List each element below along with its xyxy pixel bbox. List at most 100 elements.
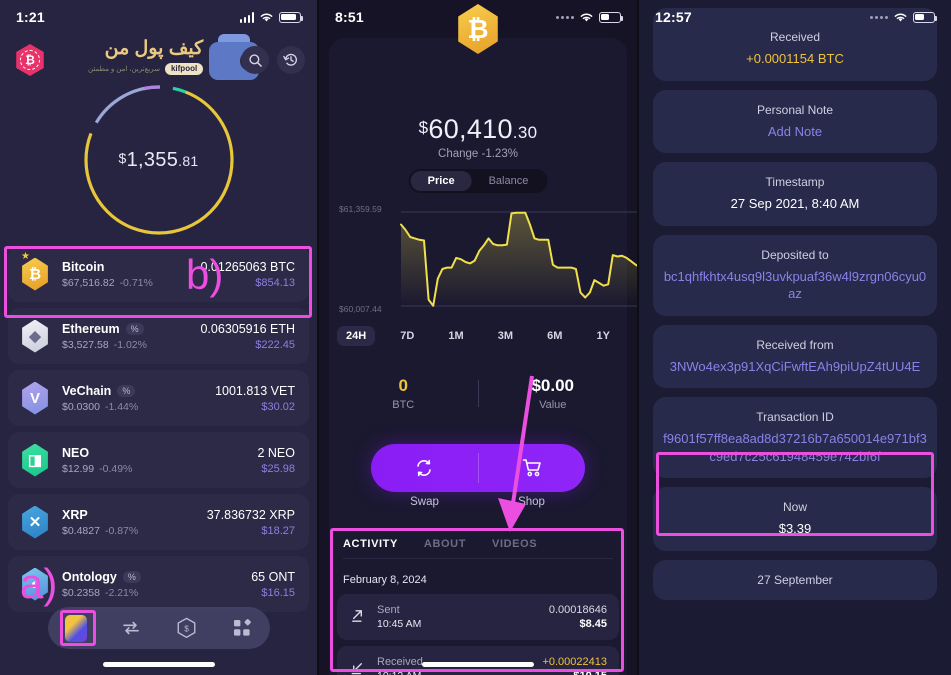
segment-price[interactable]: Price [410, 171, 472, 191]
range-1y[interactable]: 1Y [587, 326, 618, 346]
activity-row[interactable]: Sent 10:45 AM 0.00018646 $8.45 [337, 594, 619, 640]
range-6m[interactable]: 6M [538, 326, 571, 346]
tab-activity[interactable]: ACTIVITY [343, 538, 398, 550]
status-indicators [239, 11, 304, 23]
chart-ytick-low: $60,007.44 [339, 304, 382, 314]
coin-change: -2.21% [104, 586, 139, 599]
tab-videos[interactable]: VIDEOS [492, 538, 537, 550]
neo-icon: ◨ [22, 443, 48, 477]
swap-button[interactable] [371, 444, 478, 492]
activity-time: 10:45 AM [377, 618, 422, 630]
search-icon [248, 53, 262, 67]
price-balance-toggle: Price Balance [408, 169, 548, 193]
coin-list: ★ ₿ Bitcoin $67,516.82 -0.71% 0.01265063 BTC $… [8, 246, 309, 618]
coin-name: Ontology [62, 569, 117, 584]
coin-name: Bitcoin [62, 259, 105, 274]
coin-change: -0.71% [119, 276, 153, 289]
activity-time: 10:12 AM [377, 670, 542, 675]
coin-value: $18.27 [261, 524, 295, 537]
coin-detail-panel: 8:51 ₿ $60,410.30 Change -1.23% Price Bal… [319, 0, 637, 675]
coin-name: NEO [62, 445, 90, 460]
activity-row[interactable]: Received10:12 AM+0.00022413$10.15 [337, 646, 619, 675]
action-label-swap: Swap [410, 496, 439, 508]
coin-row-xrp[interactable]: ✕ XRP $0.4827 -0.87% 37.836732 XRP $18.27 [8, 494, 309, 550]
status-time: 8:51 [335, 9, 364, 25]
price-cents: .30 [512, 123, 538, 142]
coin-change: Change -1.23% [438, 148, 518, 160]
holdings-value: $0.00 [531, 376, 575, 395]
coin-price: $60,410.30 [329, 114, 627, 145]
vechain-icon: V [22, 381, 48, 415]
crypto-hex-badge-icon[interactable]: ₿ [16, 44, 44, 76]
tx-card-transaction-id[interactable]: Transaction ID f9601f57ff8ea8ad8d37216b7a… [653, 397, 937, 479]
coin-price: $67,516.82 [62, 276, 115, 289]
sidebar-item-earn[interactable]: $ [176, 617, 198, 639]
wallet-home-panel: 1:21 ₿ کیف پول من سریع‌ترین، امن و [0, 0, 317, 675]
coin-row-btc[interactable]: ★ ₿ Bitcoin $67,516.82 -0.71% 0.01265063 BTC $… [8, 246, 309, 302]
logo-brand-pill: kifpool [164, 62, 204, 75]
tab-about[interactable]: ABOUT [424, 538, 466, 550]
coin-price: $3,527.58 [62, 338, 109, 351]
chart-ytick-high: $61,359.59 [339, 204, 382, 214]
activity-date: February 8, 2024 [343, 574, 427, 586]
dollar-hex-icon: $ [177, 617, 196, 639]
xrp-icon: ✕ [22, 505, 48, 539]
tx-card-27-september: 27 September [653, 559, 937, 600]
percent-pill: % [125, 322, 144, 335]
kifpool-logo: کیف پول من سریع‌ترین، امن و مطمئن kifpoo… [88, 34, 260, 80]
shop-button[interactable] [479, 444, 586, 492]
coin-row-neo[interactable]: ◨ NEO $12.99 -0.49% 2 NEO $25.98 [8, 432, 309, 488]
activity-fiat: $8.45 [579, 618, 607, 630]
sidebar-item-swap[interactable] [120, 617, 142, 639]
tx-card-value[interactable]: 3NWo4ex3p91XqCiFwftEAh9piUpZ4tUU4E [663, 358, 927, 376]
tx-card-key: Now [782, 500, 807, 515]
wallet-tab-icon [64, 614, 87, 642]
holdings-amount-label: BTC [392, 399, 415, 411]
favorite-star-icon[interactable]: ★ [21, 251, 30, 262]
swap-circular-icon [417, 459, 432, 477]
tx-card-deposited-to[interactable]: Deposited to bc1qhfkhtx4usq9l3uvkpuaf36w4… [653, 234, 937, 316]
status-time: 1:21 [16, 9, 45, 25]
tx-card-personal-note[interactable]: Personal Note Add Note [653, 89, 937, 154]
range-24h[interactable]: 24H [337, 326, 376, 346]
coin-detail-card: $60,410.30 Change -1.23% Price Balance $6… [329, 38, 637, 675]
range-1m[interactable]: 1M [439, 326, 472, 346]
coin-amount: 1001.813 VET [215, 383, 295, 398]
activity-section: February 8, 2024 Sent 10:45 AM 0.00018646 $… [337, 568, 619, 675]
total-cents: .81 [178, 152, 199, 169]
range-7d[interactable]: 7D [391, 326, 423, 346]
percent-pill: % [122, 570, 141, 583]
coin-amount: 2 NEO [257, 445, 295, 460]
history-button[interactable] [277, 46, 305, 74]
tx-card-key: 27 September [757, 572, 833, 587]
activity-amount: +0.00022413 [542, 656, 607, 668]
tx-card-value[interactable]: bc1qhfkhtx4usq9l3uvkpuaf36w4l9zrgn06cyu0… [663, 268, 927, 303]
arrow-up-right-icon [349, 607, 371, 628]
range-3m[interactable]: 3M [489, 326, 522, 346]
sidebar-item-wallet[interactable] [64, 614, 87, 642]
tx-card-value[interactable]: Add Note [663, 123, 927, 141]
action-buttons [371, 444, 585, 492]
coin-value: $25.98 [261, 462, 295, 475]
segment-balance[interactable]: Balance [472, 171, 546, 191]
wifi-icon [580, 13, 593, 22]
swap-arrows-icon [123, 621, 140, 635]
signal-dots-icon [556, 15, 574, 19]
price-currency: $ [418, 118, 429, 137]
home-indicator [102, 662, 215, 667]
svg-text:$: $ [184, 624, 189, 633]
coin-row-ont[interactable]: ◐ Ontology% $0.2358 -2.21% 65 ONT $16.15 [8, 556, 309, 612]
activity-type: Sent [377, 604, 400, 616]
tx-card-received-from[interactable]: Received from 3NWo4ex3p91XqCiFwftEAh9piUp… [653, 324, 937, 389]
tx-card-key: Received [769, 30, 821, 44]
sidebar-item-apps[interactable] [231, 617, 253, 639]
activity-amount: 0.00018646 [548, 604, 607, 616]
arrow-down-left-icon [349, 659, 371, 675]
coin-name: XRP [62, 507, 88, 522]
holdings-value-cell: $0.00 Value [479, 376, 628, 411]
action-labels: Swap Shop [371, 496, 585, 508]
coin-row-vet[interactable]: V VeChain% $0.0300 -1.44% 1001.813 VET $30.02 [8, 370, 309, 426]
coin-row-eth[interactable]: ◆ Ethereum% $3,527.58 -1.02% 0.06305916 ETH $… [8, 308, 309, 364]
tx-card-value[interactable]: f9601f57ff8ea8ad8d37216b7a650014e971bf3c… [663, 430, 927, 465]
search-button[interactable] [241, 46, 269, 74]
